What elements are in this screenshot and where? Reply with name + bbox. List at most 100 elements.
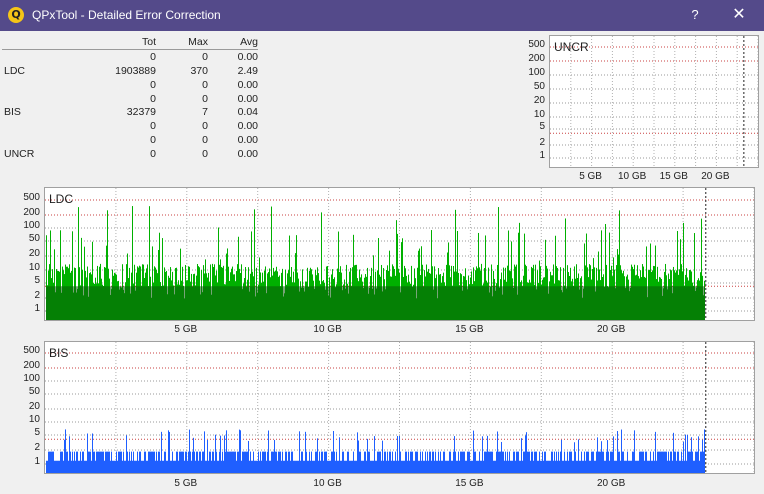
chart-bar <box>679 460 680 473</box>
chart-bar <box>547 460 548 473</box>
chart-bar <box>465 460 466 473</box>
chart-bar <box>105 451 106 473</box>
chart-bar <box>587 451 588 473</box>
chart-bar <box>309 451 310 473</box>
chart-bar <box>150 451 151 473</box>
chart-bar <box>561 439 562 473</box>
chart-bar <box>531 451 532 473</box>
chart-bar <box>386 460 387 473</box>
chart-bar <box>373 460 374 473</box>
chart-bar <box>423 460 424 473</box>
y-tick-label: 100 <box>23 220 40 231</box>
chart-bar <box>394 460 395 473</box>
chart-bar <box>565 460 566 473</box>
chart-bar <box>606 451 607 473</box>
x-tick-label: 20 GB <box>597 478 626 489</box>
chart-bar <box>85 460 86 473</box>
chart-bar <box>341 460 342 473</box>
chart-bar <box>506 460 507 473</box>
chart-bar <box>123 451 124 473</box>
chart-bar <box>700 451 701 473</box>
y-tick-label: 5 <box>34 427 40 438</box>
chart-bar <box>94 451 95 473</box>
help-button[interactable]: ? <box>680 6 710 24</box>
chart-bar <box>538 460 539 473</box>
chart-bar <box>48 451 49 473</box>
chart-bar <box>185 451 186 473</box>
chart-bar <box>333 430 334 473</box>
chart-bar <box>380 451 381 473</box>
app-icon: Q <box>8 7 24 23</box>
chart-bar <box>244 451 245 473</box>
chart-bar <box>572 460 573 473</box>
chart-bar <box>492 451 493 473</box>
chart-bar <box>676 460 677 473</box>
y-tick-label: 10 <box>28 414 40 425</box>
chart-bar <box>360 451 361 473</box>
chart-bar <box>173 460 174 473</box>
bis-chart-panel <box>44 341 755 474</box>
chart-bar <box>546 460 547 473</box>
close-button[interactable]: ✕ <box>724 6 754 24</box>
chart-bar <box>292 451 293 473</box>
chart-bar <box>426 460 427 473</box>
chart-bar <box>78 460 79 473</box>
chart-bar <box>452 460 453 473</box>
chart-bar <box>302 451 303 473</box>
chart-bar <box>684 460 685 473</box>
chart-bar <box>368 451 369 473</box>
chart-bar <box>593 451 594 473</box>
chart-bar <box>530 460 531 473</box>
chart-bar <box>330 460 331 473</box>
chart-bar <box>523 451 524 473</box>
chart-bar <box>604 460 605 473</box>
chart-bar <box>542 451 543 473</box>
chart-bar <box>661 451 662 473</box>
chart-bar <box>479 451 480 473</box>
stats-cell <box>2 119 66 133</box>
y-tick-label: 200 <box>23 360 40 371</box>
chart-bar <box>385 451 386 473</box>
chart-bar <box>229 451 230 473</box>
chart-bar <box>413 460 414 473</box>
chart-bar <box>223 460 224 473</box>
chart-bar <box>624 460 625 473</box>
chart-bar <box>58 460 59 473</box>
chart-bar <box>253 451 254 473</box>
stats-cell: 0 <box>150 120 156 133</box>
chart-bar <box>683 441 684 473</box>
chart-bar <box>337 460 338 473</box>
chart-bar <box>84 460 85 473</box>
chart-bar <box>659 451 660 473</box>
chart-bar <box>663 451 664 473</box>
chart-bar <box>439 460 440 473</box>
chart-bar <box>225 451 226 473</box>
chart-bar <box>236 460 237 473</box>
chart-bar <box>584 451 585 473</box>
chart-bar <box>101 451 102 473</box>
chart-bar <box>563 460 564 473</box>
chart-bar <box>75 460 76 473</box>
chart-bar <box>678 451 679 473</box>
chart-bar <box>410 451 411 473</box>
chart-bar <box>156 451 157 473</box>
chart-bar <box>301 451 302 473</box>
chart-bar <box>460 451 461 473</box>
chart-bar <box>50 451 51 473</box>
chart-bar <box>289 451 290 473</box>
chart-bar <box>658 451 659 473</box>
chart-bar <box>136 460 137 473</box>
chart-bar <box>89 451 90 473</box>
chart-bar <box>189 429 190 473</box>
chart-bar <box>396 460 397 473</box>
chart-bar <box>652 460 653 473</box>
chart-bar <box>265 451 266 473</box>
chart-bar <box>689 451 690 473</box>
chart-bar <box>190 451 191 473</box>
chart-bar <box>668 451 669 473</box>
chart-bar <box>696 451 697 473</box>
chart-bar <box>409 460 410 473</box>
chart-bar <box>186 451 187 473</box>
chart-bar <box>177 451 178 473</box>
chart-bar <box>166 460 167 473</box>
